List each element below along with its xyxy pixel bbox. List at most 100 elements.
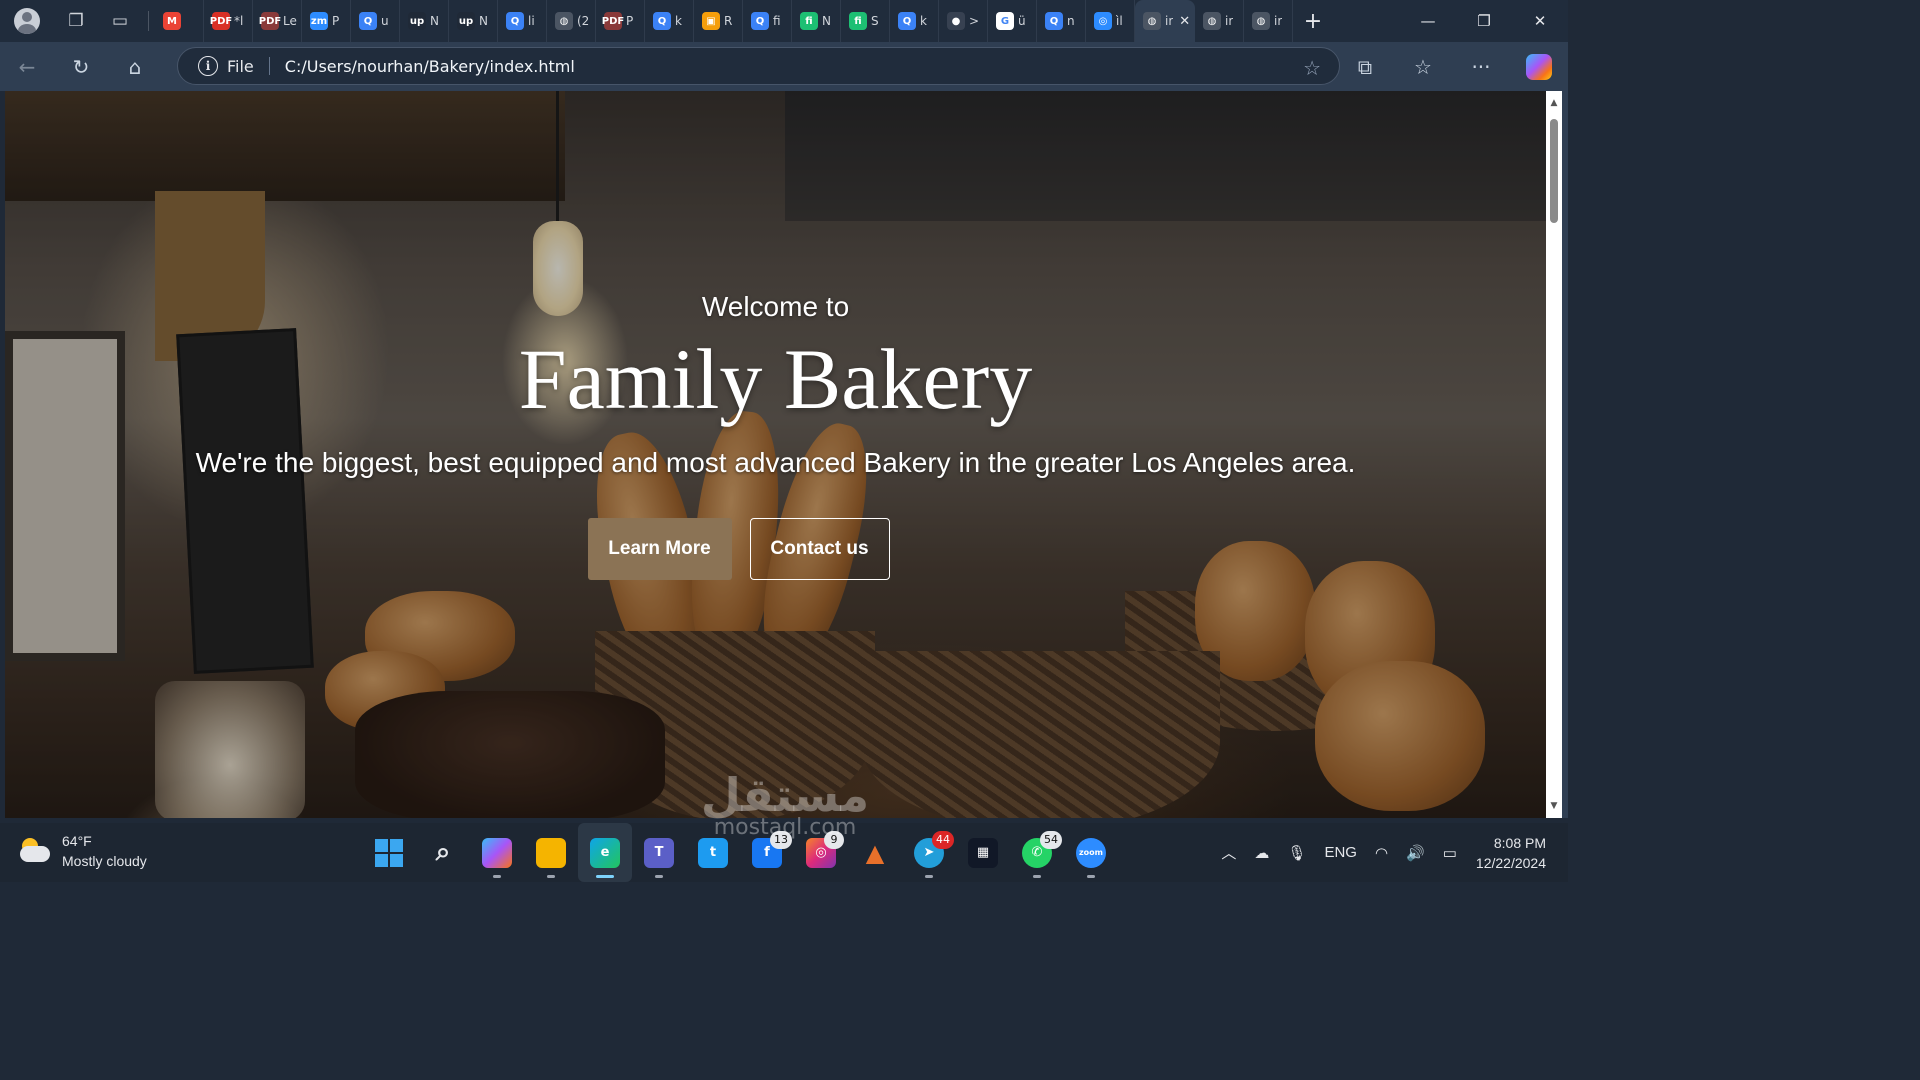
home-icon[interactable]: ⌂ bbox=[108, 42, 162, 91]
browser-toolbar: ← ↻ ⌂ i File C:/Users/nourhan/Bakery/ind… bbox=[0, 42, 1568, 91]
screen-recorder-icon: ▦ bbox=[968, 837, 998, 868]
browser-tab[interactable]: ◎ ìl bbox=[1086, 0, 1135, 42]
taskbar-app-copilot[interactable] bbox=[470, 823, 524, 882]
tab-title: P bbox=[626, 14, 634, 28]
windows-start-icon bbox=[375, 838, 403, 867]
tab-title: ir bbox=[1274, 14, 1283, 28]
search-icon: Q bbox=[506, 12, 524, 30]
browser-tab[interactable]: PDF P bbox=[596, 0, 645, 42]
weather-widget[interactable]: 64°F Mostly cloudy bbox=[18, 831, 147, 871]
show-hidden-icons-icon[interactable]: ︿ bbox=[1212, 823, 1245, 882]
browser-tab[interactable]: zm P bbox=[302, 0, 351, 42]
onedrive-icon[interactable]: ☁ bbox=[1245, 823, 1278, 882]
taskbar-app-start[interactable] bbox=[362, 823, 416, 882]
browser-tab[interactable]: Qu bbox=[351, 0, 400, 42]
taskbar-app-edge[interactable]: e bbox=[578, 823, 632, 882]
taskbar-app-search[interactable]: ⌕ bbox=[416, 823, 470, 882]
globe-icon: ◍ bbox=[1143, 12, 1161, 30]
tab-separator bbox=[148, 11, 149, 31]
language-indicator[interactable]: ENG bbox=[1315, 823, 1366, 882]
extensions-icon[interactable]: ⧉ bbox=[1336, 42, 1394, 91]
taskbar-app-teams[interactable]: T bbox=[632, 823, 686, 882]
browser-tab[interactable]: up N bbox=[400, 0, 449, 42]
scroll-up-icon[interactable]: ▲ bbox=[1546, 95, 1562, 111]
browser-tab[interactable]: PDF Le bbox=[253, 0, 302, 42]
refresh-icon[interactable]: ↻ bbox=[54, 42, 108, 91]
tab-title: R bbox=[724, 14, 733, 28]
taskbar-app-whatsapp[interactable]: ✆ 54 bbox=[1010, 823, 1064, 882]
search-icon: Q bbox=[1045, 12, 1063, 30]
browser-tab[interactable]: Gü bbox=[988, 0, 1037, 42]
browser-tab[interactable]: Qn bbox=[1037, 0, 1086, 42]
minimize-button[interactable]: — bbox=[1400, 0, 1456, 42]
browser-tab[interactable]: Qli bbox=[498, 0, 547, 42]
favorites-icon[interactable]: ☆ bbox=[1394, 42, 1452, 91]
upwork-icon: up bbox=[457, 12, 475, 30]
address-bar[interactable]: i File C:/Users/nourhan/Bakery/index.htm… bbox=[177, 47, 1340, 85]
search-icon: Q bbox=[751, 12, 769, 30]
vertical-tabs-icon[interactable]: ▭ bbox=[98, 0, 142, 42]
new-tab-button[interactable]: + bbox=[1293, 0, 1333, 42]
wifi-icon[interactable]: ◠ bbox=[1366, 823, 1397, 882]
ring-icon: ◎ bbox=[1094, 12, 1112, 30]
running-indicator bbox=[493, 875, 501, 878]
google-icon: G bbox=[996, 12, 1014, 30]
tab-title: fi bbox=[773, 14, 781, 28]
close-window-button[interactable]: ✕ bbox=[1512, 0, 1568, 42]
volume-icon[interactable]: 🔊 bbox=[1397, 823, 1434, 882]
workspaces-icon[interactable]: ❐ bbox=[54, 0, 98, 42]
taskbar-app-telegram[interactable]: ➤ 44 bbox=[902, 823, 956, 882]
scrollbar-thumb[interactable] bbox=[1550, 119, 1558, 223]
microphone-location-icon[interactable]: 🎙 bbox=[1278, 823, 1315, 882]
browser-tab[interactable]: Qfi bbox=[743, 0, 792, 42]
copilot-icon[interactable] bbox=[1510, 42, 1568, 91]
edge-icon: e bbox=[590, 837, 620, 868]
clock[interactable]: 8:08 PM 12/22/2024 bbox=[1466, 823, 1568, 882]
browser-tab[interactable]: ◍ (2 bbox=[547, 0, 596, 42]
restore-button[interactable]: ❐ bbox=[1456, 0, 1512, 42]
taskbar-app-file-explorer[interactable] bbox=[524, 823, 578, 882]
browser-tab[interactable]: Qk bbox=[645, 0, 694, 42]
back-arrow-icon[interactable]: ← bbox=[0, 42, 54, 91]
browser-tab[interactable]: ◍ ir ✕ bbox=[1135, 0, 1195, 42]
browser-tab[interactable]: M bbox=[155, 0, 204, 42]
browser-tab[interactable]: ● > bbox=[939, 0, 988, 42]
battery-icon[interactable]: ▭ bbox=[1434, 823, 1466, 882]
twitter-icon: t bbox=[698, 837, 728, 868]
browser-tab[interactable]: ◍ ir bbox=[1195, 0, 1244, 42]
browser-tab[interactable]: ▣ R bbox=[694, 0, 743, 42]
window-edge bbox=[1562, 91, 1568, 818]
url-text[interactable]: C:/Users/nourhan/Bakery/index.html bbox=[285, 57, 575, 76]
weather-temp: 64°F bbox=[62, 833, 92, 849]
globe-icon: ◍ bbox=[555, 12, 573, 30]
scroll-down-icon[interactable]: ▼ bbox=[1546, 798, 1562, 814]
site-info-icon[interactable]: i bbox=[198, 56, 218, 76]
taskbar-app-zoom[interactable]: zoom bbox=[1064, 823, 1118, 882]
browser-tab[interactable]: fi N bbox=[792, 0, 841, 42]
zoom-icon: zoom bbox=[1076, 837, 1106, 868]
browser-tab[interactable]: ◍ ir bbox=[1244, 0, 1293, 42]
profile-button[interactable] bbox=[0, 0, 54, 42]
fiverr-icon: fi bbox=[800, 12, 818, 30]
more-menu-icon[interactable]: ··· bbox=[1452, 42, 1510, 91]
contact-us-button[interactable]: Contact us bbox=[749, 518, 890, 580]
browser-tab[interactable]: fi S bbox=[841, 0, 890, 42]
globe-icon: ◍ bbox=[1203, 12, 1221, 30]
notification-badge: 54 bbox=[1040, 831, 1062, 849]
tab-title: P bbox=[332, 14, 340, 28]
notification-badge: 44 bbox=[932, 831, 954, 849]
favorite-star-icon[interactable]: ☆ bbox=[1303, 56, 1321, 80]
taskbar-app-screen-recorder[interactable]: ▦ bbox=[956, 823, 1010, 882]
browser-tab[interactable]: PDF *l bbox=[204, 0, 253, 42]
close-tab-icon[interactable]: ✕ bbox=[1179, 14, 1190, 29]
browser-tab[interactable]: Qk bbox=[890, 0, 939, 42]
tab-title: u bbox=[381, 14, 389, 28]
tab-title: > bbox=[969, 14, 980, 28]
watermark-arabic: مستقل bbox=[700, 768, 870, 822]
hero-title: Family Bakery bbox=[518, 331, 1033, 427]
window-controls: — ❐ ✕ bbox=[1400, 0, 1568, 42]
page-scrollbar[interactable]: ▲ ▼ bbox=[1546, 91, 1562, 818]
learn-more-button[interactable]: Learn More bbox=[587, 518, 732, 580]
search-icon: Q bbox=[653, 12, 671, 30]
browser-tab[interactable]: up N bbox=[449, 0, 498, 42]
